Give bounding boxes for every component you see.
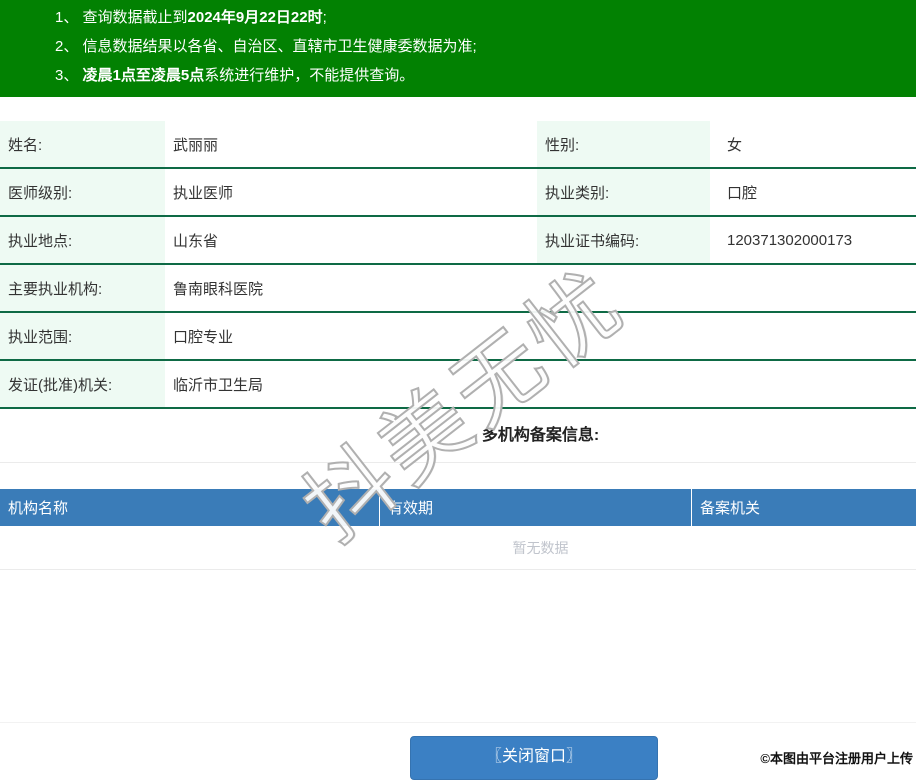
- issuing-authority-value: 临沂市卫生局: [173, 376, 264, 394]
- practice-scope-value: 口腔专业: [173, 328, 234, 346]
- column-header-validity-period: 有效期: [380, 489, 692, 526]
- doctor-level-value: 执业医师: [173, 184, 234, 202]
- notice-line-2-num: 2、: [55, 38, 83, 55]
- table-row: 姓名: 武丽丽 性别: 女: [0, 121, 916, 169]
- table-row: 发证(批准)机关: 临沂市卫生局: [0, 361, 916, 409]
- gender-value: 女: [727, 136, 743, 154]
- notice-line-3-post: 系统进行维护，不能提供查询。: [204, 67, 415, 84]
- practice-category-value: 口腔: [727, 184, 758, 202]
- table-row: 主要执业机构: 鲁南眼科医院: [0, 265, 916, 313]
- certificate-number-label: 执业证书编码:: [537, 217, 710, 263]
- no-data-placeholder: 暂无数据: [0, 526, 916, 570]
- notice-line-1-text: 查询数据截止到: [82, 9, 188, 26]
- notice-line-1-post: ;: [322, 9, 327, 26]
- notice-line-3: 3、 凌晨1点至凌晨5点系统进行维护，不能提供查询。: [55, 61, 916, 90]
- practice-category-label: 执业类别:: [537, 169, 710, 215]
- doctor-info-table: 姓名: 武丽丽 性别: 女 医师级别: 执业医师 执业类别: 口腔 执业地点: …: [0, 121, 916, 409]
- notice-banner: 1、 查询数据截止到2024年9月22日22时; 2、 信息数据结果以各省、自治…: [0, 0, 916, 97]
- main-institution-label: 主要执业机构:: [0, 265, 165, 311]
- table-row: 执业范围: 口腔专业: [0, 313, 916, 361]
- practice-location-value: 山东省: [173, 232, 219, 250]
- name-value: 武丽丽: [173, 136, 219, 154]
- certificate-number-value: 120371302000173: [727, 231, 853, 249]
- divider: [0, 722, 916, 723]
- notice-line-3-num: 3、: [55, 67, 83, 84]
- doctor-level-label: 医师级别:: [0, 169, 165, 215]
- close-window-button[interactable]: 〖关闭窗口〗: [410, 736, 658, 780]
- practice-scope-label: 执业范围:: [0, 313, 165, 359]
- notice-line-1: 1、 查询数据截止到2024年9月22日22时;: [55, 3, 916, 32]
- name-label: 姓名:: [0, 121, 165, 167]
- notice-line-3-bold: 凌晨1点至凌晨5点: [82, 67, 205, 84]
- issuing-authority-label: 发证(批准)机关:: [0, 361, 165, 407]
- column-header-institution-name: 机构名称: [0, 489, 380, 526]
- practice-location-label: 执业地点:: [0, 217, 165, 263]
- multi-institution-filing-title: 多机构备案信息:: [0, 409, 916, 463]
- main-institution-value: 鲁南眼科医院: [173, 280, 264, 298]
- notice-line-1-bold: 2024年9月22日22时: [187, 9, 323, 26]
- column-header-filing-authority: 备案机关: [700, 500, 761, 517]
- filing-table-header: 机构名称 有效期 备案机关: [0, 489, 916, 526]
- table-row: 医师级别: 执业医师 执业类别: 口腔: [0, 169, 916, 217]
- table-row: 执业地点: 山东省 执业证书编码: 120371302000173: [0, 217, 916, 265]
- gender-label: 性别:: [537, 121, 710, 167]
- notice-line-2-text: 信息数据结果以各省、自治区、直辖市卫生健康委数据为准;: [82, 38, 477, 55]
- upload-attribution: ©本图由平台注册用户上传: [760, 751, 913, 766]
- notice-line-1-num: 1、: [55, 9, 83, 26]
- notice-line-2: 2、 信息数据结果以各省、自治区、直辖市卫生健康委数据为准;: [55, 32, 916, 61]
